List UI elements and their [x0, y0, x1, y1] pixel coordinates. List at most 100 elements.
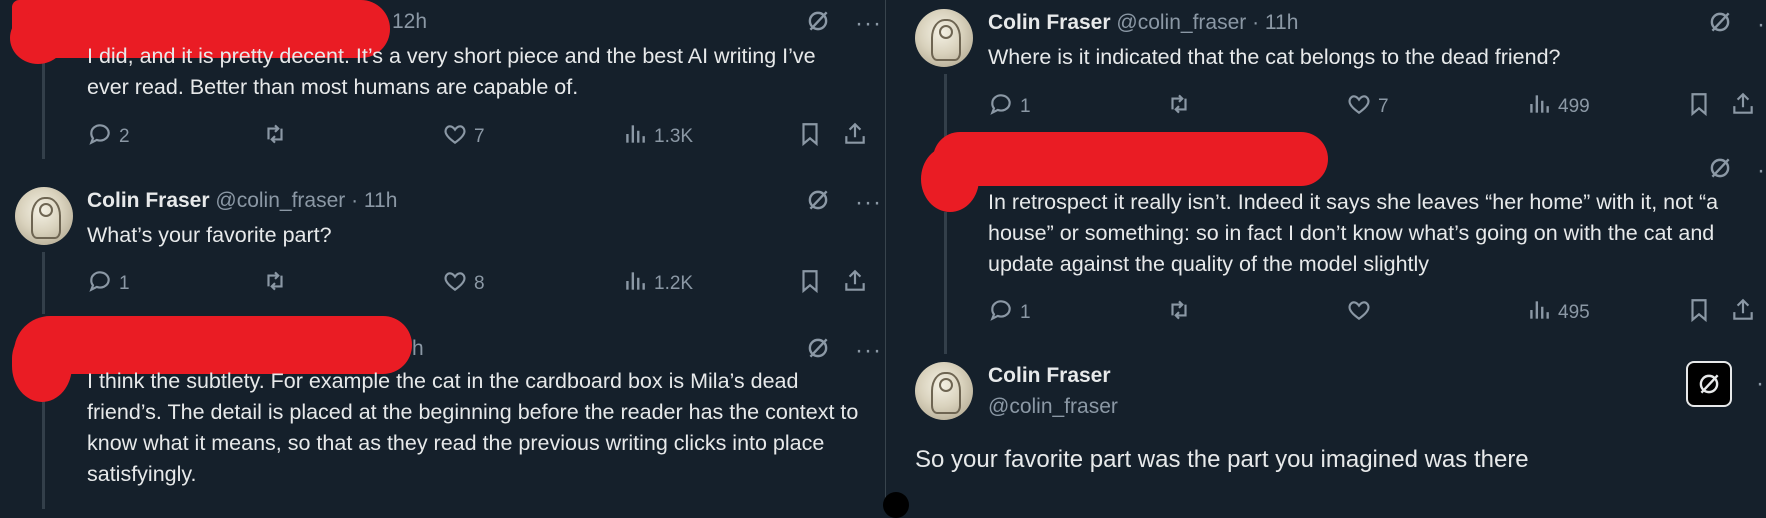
bookmark-button[interactable] — [1686, 91, 1712, 123]
right-pane: Colin Fraser @colin_fraser · 11h ··· Whe… — [885, 0, 1766, 509]
like-icon — [442, 268, 468, 300]
tweet-time: 12h — [392, 10, 428, 33]
redacted-avatar — [921, 146, 979, 212]
reply-count: 2 — [119, 126, 130, 147]
retweet-icon — [262, 121, 288, 153]
more-icon[interactable]: ··· — [1756, 372, 1766, 396]
views-icon — [1526, 297, 1552, 329]
views-button[interactable]: 495 — [1526, 297, 1590, 329]
reply-icon — [87, 121, 113, 153]
redacted-avatar — [12, 330, 72, 402]
grok-icon[interactable] — [805, 335, 831, 366]
tweet-actions: 1 495 — [988, 297, 1766, 327]
share-button[interactable] — [1730, 297, 1756, 329]
share-icon — [1730, 297, 1756, 329]
tweet-text: What’s your favorite part? — [87, 223, 332, 247]
share-button[interactable] — [842, 121, 868, 153]
like-icon — [442, 121, 468, 153]
like-button[interactable] — [1346, 297, 1378, 329]
tweet-actions: 1 7 499 — [988, 91, 1766, 121]
share-icon — [842, 268, 868, 300]
main-tweet-text: So your favorite part was the part you i… — [915, 446, 1529, 473]
bookmark-button[interactable] — [797, 268, 823, 300]
bookmark-button[interactable] — [1686, 297, 1712, 329]
views-button[interactable]: 1.2K — [622, 268, 693, 300]
grok-icon[interactable] — [1686, 361, 1732, 407]
reply-button[interactable]: 1 — [87, 268, 130, 300]
author-handle[interactable]: @colin_fraser — [988, 395, 1118, 419]
like-count: 8 — [474, 273, 485, 294]
tweet-text: I think the subtlety. For example the ca… — [87, 369, 859, 486]
retweet-button[interactable] — [1166, 297, 1198, 329]
views-count: 1.3K — [654, 126, 694, 147]
avatar[interactable] — [915, 362, 973, 420]
like-button[interactable]: 8 — [442, 268, 485, 300]
left-pane: 12h ··· I did, and it is pretty decent. … — [0, 0, 885, 509]
retweet-icon — [1166, 297, 1192, 329]
share-button[interactable] — [1730, 91, 1756, 123]
avatar[interactable] — [915, 9, 973, 67]
share-icon — [1730, 91, 1756, 123]
grok-icon[interactable] — [805, 8, 831, 39]
author-name[interactable]: Colin Fraser — [988, 364, 1111, 388]
retweet-button[interactable] — [1166, 91, 1198, 123]
grok-icon[interactable] — [1707, 9, 1733, 40]
more-icon[interactable]: ··· — [855, 11, 882, 36]
like-button[interactable]: 7 — [442, 121, 485, 153]
retweet-icon — [262, 268, 288, 300]
like-icon — [1346, 297, 1372, 329]
views-button[interactable]: 1.3K — [622, 121, 693, 153]
tweet-actions: 2 7 1.3K — [87, 121, 867, 151]
reply-button[interactable]: 1 — [988, 297, 1031, 329]
grok-icon[interactable] — [805, 187, 831, 218]
retweet-icon — [1166, 91, 1192, 123]
views-icon — [622, 121, 648, 153]
avatar[interactable] — [15, 187, 73, 245]
like-count: 7 — [1378, 96, 1389, 117]
reply-icon — [988, 297, 1014, 329]
like-icon — [1346, 91, 1372, 123]
thread-line — [42, 252, 45, 314]
thread-line — [42, 55, 45, 159]
thread-line — [42, 398, 45, 509]
tweet-header: Colin Fraser @colin_fraser · 11h — [87, 189, 397, 213]
tweet-header: Colin Fraser @colin_fraser · 11h — [988, 11, 1298, 35]
cursor-artifact — [883, 492, 909, 518]
reply-count: 1 — [1020, 302, 1031, 323]
thread-line — [944, 74, 947, 140]
redacted-avatar — [10, 12, 66, 64]
views-count: 499 — [1558, 96, 1590, 117]
like-count: 7 — [474, 126, 485, 147]
tweet-text: In retrospect it really isn’t. Indeed it… — [988, 190, 1719, 276]
author-name[interactable]: Colin Fraser — [988, 11, 1111, 34]
reply-button[interactable]: 1 — [988, 91, 1031, 123]
views-count: 1.2K — [654, 273, 694, 294]
like-button[interactable]: 7 — [1346, 91, 1389, 123]
author-name[interactable]: Colin Fraser — [87, 189, 210, 212]
retweet-button[interactable] — [262, 121, 294, 153]
tweet-text: Where is it indicated that the cat belon… — [988, 45, 1561, 69]
author-handle[interactable]: @colin_fraser · 11h — [1116, 11, 1298, 34]
more-icon[interactable]: ··· — [855, 338, 882, 363]
views-icon — [622, 268, 648, 300]
thread-line — [944, 212, 947, 354]
tweet-text: I did, and it is pretty decent. It’s a v… — [87, 44, 816, 99]
views-count: 495 — [1558, 302, 1590, 323]
more-icon[interactable]: ··· — [855, 190, 882, 215]
author-handle[interactable]: @colin_fraser · 11h — [215, 189, 397, 212]
reply-button[interactable]: 2 — [87, 121, 130, 153]
bookmark-icon — [1686, 297, 1712, 329]
tweet-actions: 1 8 1.2K — [87, 268, 867, 298]
reply-icon — [87, 268, 113, 300]
reply-count: 1 — [119, 273, 130, 294]
views-button[interactable]: 499 — [1526, 91, 1590, 123]
share-button[interactable] — [842, 268, 868, 300]
retweet-button[interactable] — [262, 268, 294, 300]
more-icon[interactable]: ··· — [1757, 158, 1766, 183]
bookmark-button[interactable] — [797, 121, 823, 153]
grok-icon[interactable] — [1707, 155, 1733, 186]
reply-count: 1 — [1020, 96, 1031, 117]
more-icon[interactable]: ··· — [1757, 12, 1766, 37]
bookmark-icon — [797, 121, 823, 153]
reply-icon — [988, 91, 1014, 123]
